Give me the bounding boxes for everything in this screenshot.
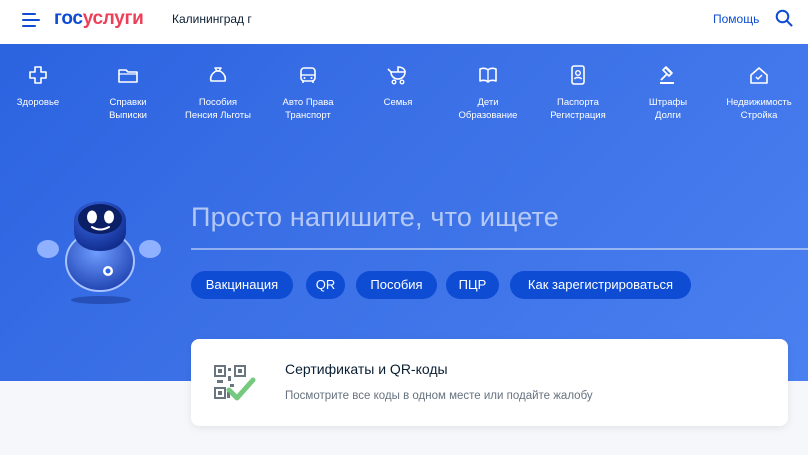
certificates-card[interactable]: Сертификаты и QR-коды Посмотрите все код… [191, 339, 788, 426]
book-icon [479, 67, 497, 83]
category-transport[interactable]: Авто Права Транспорт [263, 64, 353, 122]
category-fines[interactable]: Штрафы Долги [623, 64, 713, 122]
region-selector[interactable]: Калининград г [172, 12, 252, 26]
gavel-icon [660, 66, 674, 84]
chip-benefits[interactable]: Пособия [356, 271, 437, 299]
gosuslugi-logo[interactable]: госуслуги [54, 8, 144, 30]
search-prompt[interactable]: Просто напишите, что ищете [191, 202, 559, 233]
category-label: Справки Выписки [109, 97, 147, 121]
menu-icon[interactable] [22, 13, 40, 27]
card-subtitle: Посмотрите все коды в одном месте или по… [285, 390, 593, 402]
chip-qr[interactable]: QR [306, 271, 345, 299]
house-icon [750, 67, 768, 84]
search-icon[interactable] [775, 9, 793, 27]
chip-vaccination[interactable]: Вакцинация [191, 271, 293, 299]
robot-mascot-icon [37, 201, 161, 304]
category-label: Штрафы Долги [648, 97, 688, 121]
category-education[interactable]: Дети Образование [443, 64, 533, 122]
folder-icon [118, 69, 138, 83]
stroller-icon [387, 66, 406, 85]
category-benefits[interactable]: Пособия Пенсия Льготы [173, 64, 263, 122]
passport-icon [571, 65, 585, 85]
car-icon [300, 67, 316, 83]
category-label: Пособия Пенсия Льготы [185, 97, 251, 121]
category-bar: Здоровье Справки Выписки Пособия Пенсия … [0, 64, 808, 124]
category-documents[interactable]: Справки Выписки [83, 64, 173, 122]
chip-how-to-register[interactable]: Как зарегистрироваться [510, 271, 691, 299]
qr-check-icon [214, 365, 256, 401]
search-underline [191, 248, 808, 250]
category-passports[interactable]: Паспорта Регистрация [533, 64, 623, 122]
category-label: Дети Образование [458, 97, 518, 121]
category-label: Здоровье [16, 97, 60, 108]
hero-section: Здоровье Справки Выписки Пособия Пенсия … [0, 44, 808, 381]
category-realty[interactable]: Недвижимость Стройка [714, 64, 804, 122]
help-link[interactable]: Помощь [713, 12, 759, 26]
category-label: Авто Права Транспорт [282, 97, 334, 121]
card-title: Сертификаты и QR-коды [285, 361, 448, 377]
category-label: Недвижимость Стройка [726, 97, 792, 121]
category-family[interactable]: Семья [353, 64, 443, 110]
category-health[interactable]: Здоровье [0, 64, 83, 110]
health-cross-icon [29, 66, 47, 84]
logo-text-part2: услуги [82, 8, 144, 29]
chip-pcr[interactable]: ПЦР [446, 271, 499, 299]
top-header: госуслуги Калининград г Помощь [0, 0, 808, 44]
logo-text-part1: гос [54, 8, 83, 29]
category-label: Паспорта Регистрация [550, 97, 606, 121]
money-bag-icon [209, 67, 227, 82]
category-label: Семья [383, 97, 413, 108]
